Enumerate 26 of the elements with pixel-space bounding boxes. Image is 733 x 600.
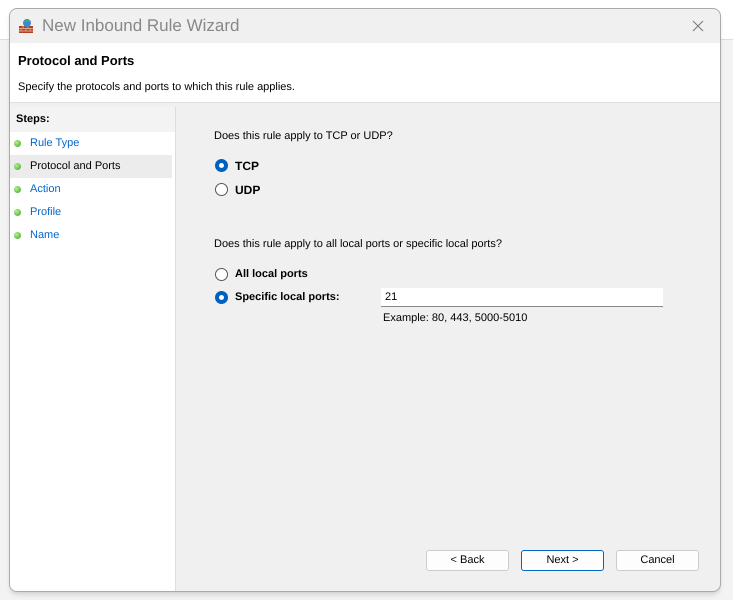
window-title: New Inbound Rule Wizard [42,15,240,38]
example-text: Example: 80, 443, 5000-5010 [383,311,528,326]
ports-field[interactable]: 21 [381,288,663,307]
question-text: Does this rule apply to all local ports or specific local ports? [214,236,503,252]
question-text: Does this rule apply to TCP or UDP? [214,129,394,144]
radio-button[interactable] [215,291,228,304]
step-item[interactable]: Name [10,224,172,246]
step-item[interactable]: Action [10,178,172,200]
radio-label[interactable]: UDP [235,180,260,198]
step-item[interactable]: Profile [10,200,172,224]
close-icon[interactable] [692,20,704,32]
wizard-button[interactable]: < Back [426,550,509,571]
wizard-button[interactable]: Cancel [616,550,699,571]
radio-button[interactable] [215,183,228,196]
steps-heading: Steps: [10,107,175,132]
step-item[interactable]: Rule Type [10,132,172,154]
radio-button[interactable] [215,268,228,281]
radio-label[interactable]: TCP [235,156,259,174]
step-item[interactable]: Protocol and Ports [10,154,172,178]
radio-button[interactable] [215,159,228,172]
page-title: Protocol and Ports [18,52,136,70]
firewall-icon [18,18,34,34]
wizard-button[interactable]: Next > [521,550,604,571]
radio-label[interactable]: Specific local ports: [235,289,374,306]
radio-label[interactable]: All local ports [235,266,374,283]
page-subtitle: Specify the protocols and ports to which this rule applies. [18,80,296,94]
